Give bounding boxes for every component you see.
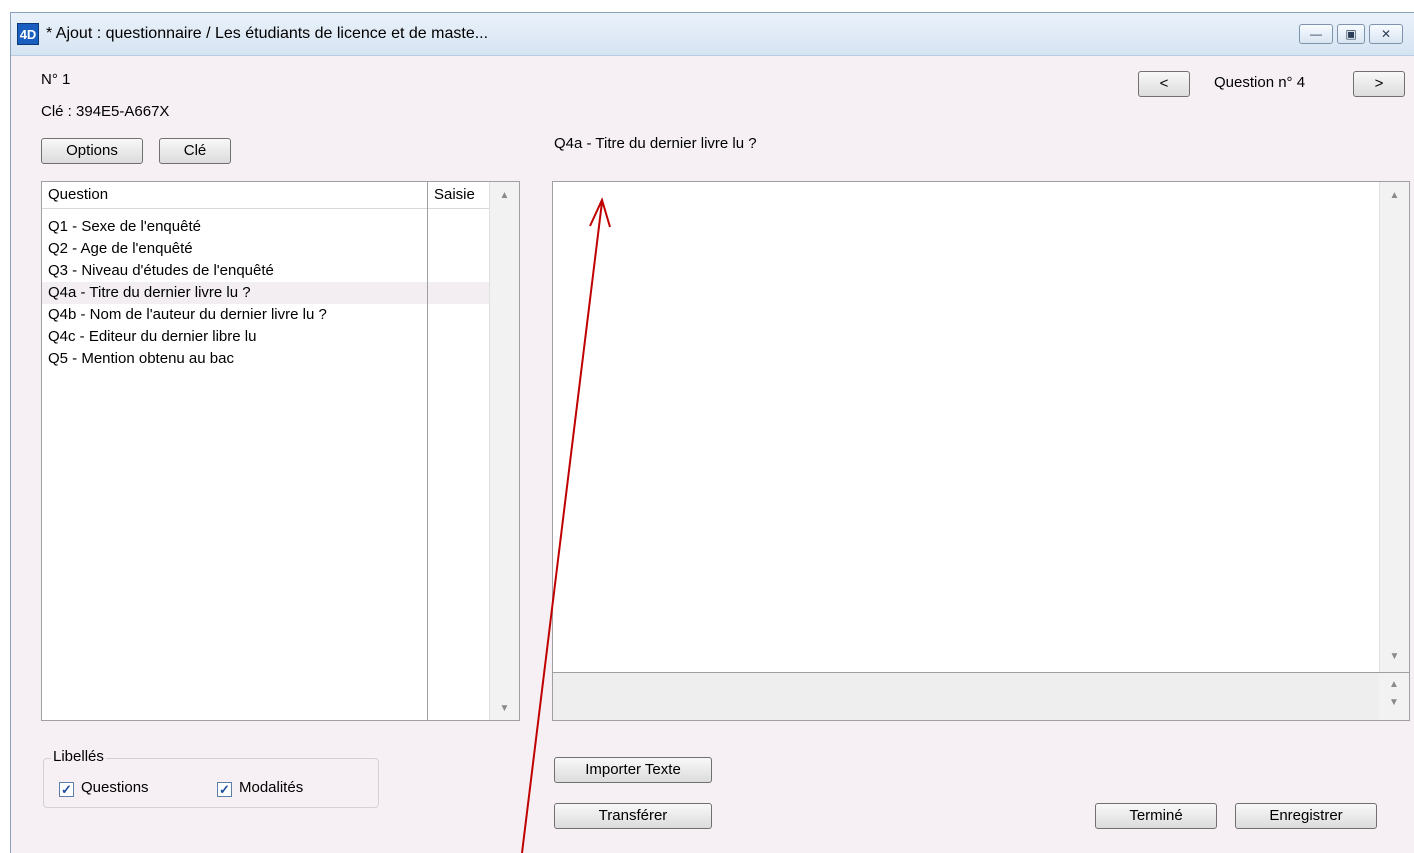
questionnaire-window: 4D * Ajout : questionnaire / Les étudian… — [10, 12, 1414, 853]
list-header: Question Saisie — [42, 182, 489, 209]
questions-checkbox[interactable]: ✓ — [59, 782, 74, 797]
question-counter: Question n° 4 — [1214, 74, 1306, 91]
title-bar[interactable]: 4D * Ajout : questionnaire / Les étudian… — [11, 13, 1414, 56]
list-scrollbar[interactable]: ▲ ▼ — [489, 182, 519, 720]
answer-scrollbar[interactable]: ▲ ▼ — [1379, 182, 1409, 672]
save-button[interactable]: Enregistrer — [1235, 803, 1377, 829]
secondary-input[interactable]: ▲ ▼ — [553, 672, 1409, 720]
transfer-button[interactable]: Transférer — [554, 803, 712, 829]
record-key: Clé : 394E5-A667X — [41, 103, 170, 120]
scroll-down-icon[interactable]: ▼ — [1379, 697, 1409, 708]
scroll-up-icon[interactable]: ▲ — [490, 190, 519, 201]
next-question-button[interactable]: > — [1353, 71, 1405, 97]
current-question-label: Q4a - Titre du dernier livre lu ? — [554, 135, 757, 152]
previous-question-button[interactable]: < — [1138, 71, 1190, 97]
list-item[interactable]: Q2 - Age de l'enquêté — [42, 238, 489, 260]
scroll-down-icon[interactable]: ▼ — [490, 703, 519, 714]
column-header-saisie[interactable]: Saisie — [434, 186, 475, 203]
list-item[interactable]: Q4b - Nom de l'auteur du dernier livre l… — [42, 304, 489, 326]
scroll-up-icon[interactable]: ▲ — [1379, 679, 1409, 690]
column-header-question[interactable]: Question — [48, 186, 108, 203]
import-text-button[interactable]: Importer Texte — [554, 757, 712, 783]
column-divider — [427, 182, 428, 720]
minimize-icon[interactable]: — — [1299, 24, 1333, 44]
key-button[interactable]: Clé — [159, 138, 231, 164]
list-item[interactable]: Q4c - Editeur du dernier libre lu — [42, 326, 489, 348]
list-item[interactable]: Q5 - Mention obtenu au bac — [42, 348, 489, 370]
record-number: N° 1 — [41, 71, 71, 88]
list-item-selected[interactable]: Q4a - Titre du dernier livre lu ? — [42, 282, 489, 304]
done-button[interactable]: Terminé — [1095, 803, 1217, 829]
list-item[interactable]: Q3 - Niveau d'études de l'enquêté — [42, 260, 489, 282]
list-item[interactable]: Q1 - Sexe de l'enquêté — [42, 216, 489, 238]
close-icon[interactable]: ✕ — [1369, 24, 1403, 44]
options-button[interactable]: Options — [41, 138, 143, 164]
scroll-up-icon[interactable]: ▲ — [1380, 190, 1409, 201]
window-title: * Ajout : questionnaire / Les étudiants … — [46, 25, 489, 42]
modalites-checkbox-label: Modalités — [239, 779, 304, 796]
maximize-icon[interactable]: ▣ — [1337, 24, 1365, 44]
secondary-scrollbar[interactable]: ▲ ▼ — [1379, 673, 1409, 720]
question-list[interactable]: Question Saisie Q1 - Sexe de l'enquêté Q… — [41, 181, 520, 721]
labels-group-title: Libellés — [51, 748, 106, 765]
questions-checkbox-label: Questions — [81, 779, 149, 796]
scroll-down-icon[interactable]: ▼ — [1380, 651, 1409, 662]
app-4d-icon: 4D — [17, 23, 39, 45]
answer-text-area[interactable]: ▲ ▼ ▲ ▼ — [552, 181, 1410, 721]
modalites-checkbox[interactable]: ✓ — [217, 782, 232, 797]
answer-input[interactable] — [553, 182, 1379, 672]
